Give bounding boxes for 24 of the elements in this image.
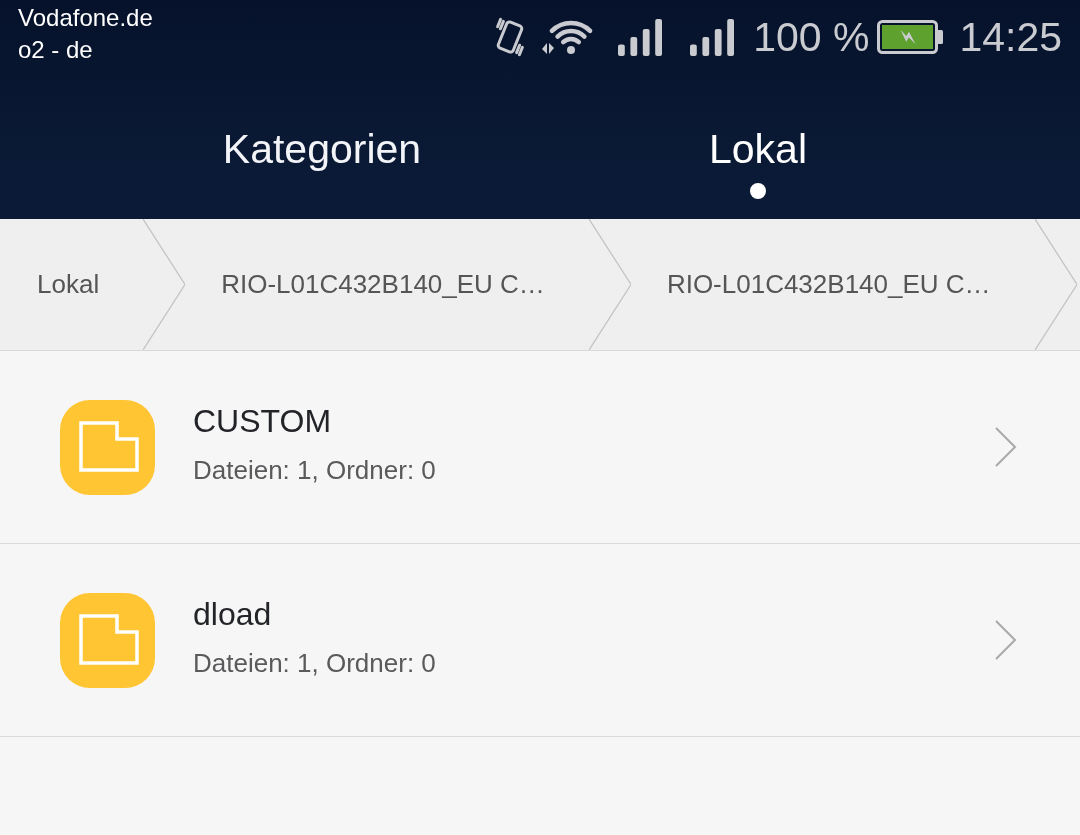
carrier-name: Vodafone.de: [18, 3, 153, 33]
breadcrumb-item[interactable]: RIO-L01C432B140_EU C…: [630, 219, 1035, 350]
tab[interactable]: Kategorien: [104, 76, 540, 219]
chevron-right-icon: [994, 619, 1018, 661]
carrier-name: o2 - de: [18, 35, 93, 65]
indicator-dot-icon: [750, 183, 766, 199]
battery-icon: [877, 20, 944, 54]
signal-icon: [618, 18, 663, 56]
folder-name: CUSTOM: [193, 402, 332, 441]
breadcrumb-item[interactable]: RIO-L01C432B140_EU C…: [185, 219, 589, 350]
folder-icon: [60, 592, 155, 688]
wifi-icon: [541, 19, 595, 55]
tab[interactable]: Lokal: [540, 76, 976, 219]
folder-row[interactable]: dload Dateien: 1, Ordner: 0: [0, 544, 1080, 737]
folder-icon: [60, 399, 155, 495]
chevron-right-icon: [994, 426, 1018, 468]
folder-details: Dateien: 1, Ordner: 0: [193, 454, 436, 487]
folder-row[interactable]: CUSTOM Dateien: 1, Ordner: 0: [0, 351, 1080, 544]
signal-icon: [690, 18, 735, 56]
clock-time: 14:25: [959, 13, 1062, 61]
battery-percent: 100 %: [753, 13, 870, 61]
folder-details: Dateien: 1, Ordner: 0: [193, 647, 436, 680]
folder-name: dload: [193, 595, 272, 634]
breadcrumb-item[interactable]: Lokal: [0, 219, 144, 350]
